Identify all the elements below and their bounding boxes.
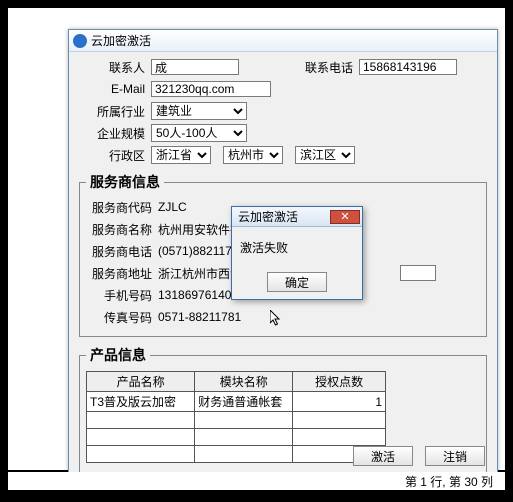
scale-label: 企业规模 [79, 125, 151, 142]
vendor-mobile-label: 手机号码 [86, 287, 158, 304]
cell-product: T3普及版云加密 [87, 392, 195, 412]
window-title: 云加密激活 [91, 32, 151, 49]
table-header-row: 产品名称 模块名称 授权点数 [87, 372, 386, 392]
dialog-titlebar[interactable]: 云加密激活 ✕ [232, 207, 362, 227]
tel-input[interactable] [359, 59, 457, 75]
activate-button[interactable]: 激活 [353, 446, 413, 466]
vendor-code-value: ZJLC [158, 200, 187, 214]
vendor-code-label: 服务商代码 [86, 199, 158, 216]
tel-label: 联系电话 [239, 59, 359, 76]
vendor-tel-label: 服务商电话 [86, 243, 158, 260]
vendor-legend: 服务商信息 [86, 172, 164, 192]
dialog-message: 激活失败 [240, 239, 354, 256]
city-select[interactable]: 杭州市 [223, 146, 283, 164]
vendor-fax-label: 传真号码 [86, 309, 158, 326]
table-row[interactable] [87, 446, 386, 463]
col-product: 产品名称 [87, 372, 195, 392]
logout-button[interactable]: 注销 [425, 446, 485, 466]
vendor-name-label: 服务商名称 [86, 221, 158, 238]
message-dialog: 云加密激活 ✕ 激活失败 确定 [231, 206, 363, 300]
contact-label: 联系人 [79, 59, 151, 76]
window-titlebar[interactable]: 云加密激活 [69, 30, 497, 52]
vendor-extra-input[interactable] [400, 265, 436, 281]
cell-module: 财务通普通帐套 [195, 392, 293, 412]
table-row[interactable] [87, 412, 386, 429]
app-icon [73, 34, 87, 48]
scale-select[interactable]: 50人-100人 [151, 124, 247, 142]
footer-buttons: 激活 注销 [353, 446, 485, 466]
table-row[interactable] [87, 429, 386, 446]
col-module: 模块名称 [195, 372, 293, 392]
close-icon[interactable]: ✕ [330, 210, 360, 224]
dialog-body: 激活失败 确定 [232, 227, 362, 298]
cell-license: 1 [293, 392, 386, 412]
dialog-title-text: 云加密激活 [238, 208, 298, 225]
product-legend: 产品信息 [86, 345, 150, 365]
cursor-icon [270, 310, 282, 328]
vendor-addr-label: 服务商地址 [86, 265, 158, 282]
ok-button[interactable]: 确定 [267, 272, 327, 292]
status-text: 第 1 行, 第 30 列 [405, 473, 493, 490]
table-row[interactable]: T3普及版云加密 财务通普通帐套 1 [87, 392, 386, 412]
vendor-mobile-value: 13186976140 [158, 288, 231, 302]
industry-select[interactable]: 建筑业 [151, 102, 247, 120]
district-select[interactable]: 滨江区 [295, 146, 355, 164]
product-table: 产品名称 模块名称 授权点数 T3普及版云加密 财务通普通帐套 1 [86, 371, 386, 463]
status-bar: 第 1 行, 第 30 列 [8, 472, 505, 490]
email-label: E-Mail [79, 82, 151, 96]
region-label: 行政区 [79, 147, 151, 164]
province-select[interactable]: 浙江省 [151, 146, 211, 164]
vendor-fax-value: 0571-88211781 [158, 310, 241, 324]
col-license: 授权点数 [293, 372, 386, 392]
industry-label: 所属行业 [79, 103, 151, 120]
email-input[interactable] [151, 81, 271, 97]
contact-input[interactable] [151, 59, 239, 75]
